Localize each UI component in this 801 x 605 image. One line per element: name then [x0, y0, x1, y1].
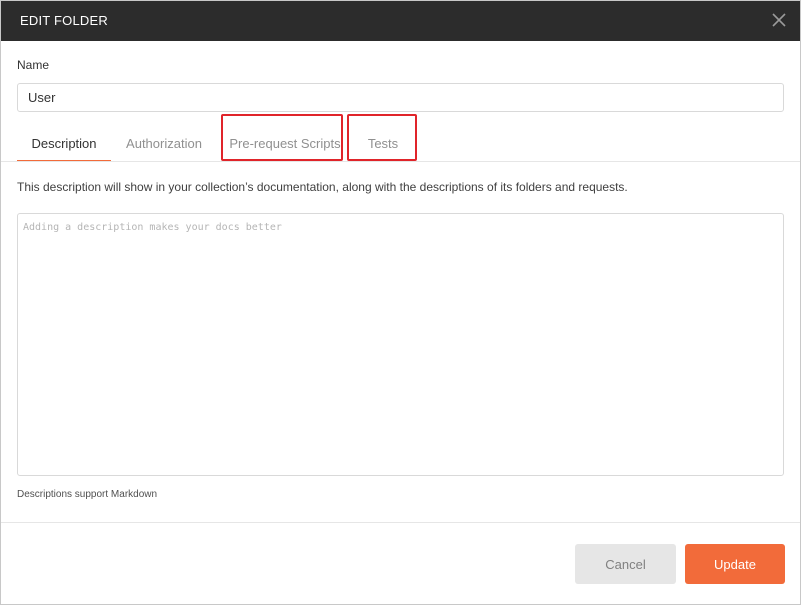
markdown-support-note: Descriptions support Markdown [17, 489, 158, 500]
dialog-title: EDIT FOLDER [20, 13, 108, 28]
name-input[interactable] [17, 83, 784, 112]
edit-folder-dialog: EDIT FOLDER Name Description Authorizati… [0, 0, 801, 605]
description-info-text: This description will show in your colle… [17, 180, 628, 194]
description-textarea[interactable] [17, 213, 784, 476]
name-label: Name [17, 58, 50, 72]
tab-description[interactable]: Description [17, 126, 111, 162]
footer-divider [1, 522, 800, 523]
close-button[interactable] [768, 9, 790, 31]
close-icon [772, 13, 786, 27]
tab-divider [1, 161, 800, 162]
tab-tests[interactable]: Tests [353, 126, 413, 161]
tab-authorization[interactable]: Authorization [117, 126, 211, 161]
dialog-title-bar: EDIT FOLDER [1, 1, 800, 41]
tab-pre-request-scripts[interactable]: Pre-request Scripts [225, 126, 345, 161]
cancel-button[interactable]: Cancel [575, 544, 676, 584]
update-button[interactable]: Update [685, 544, 785, 584]
